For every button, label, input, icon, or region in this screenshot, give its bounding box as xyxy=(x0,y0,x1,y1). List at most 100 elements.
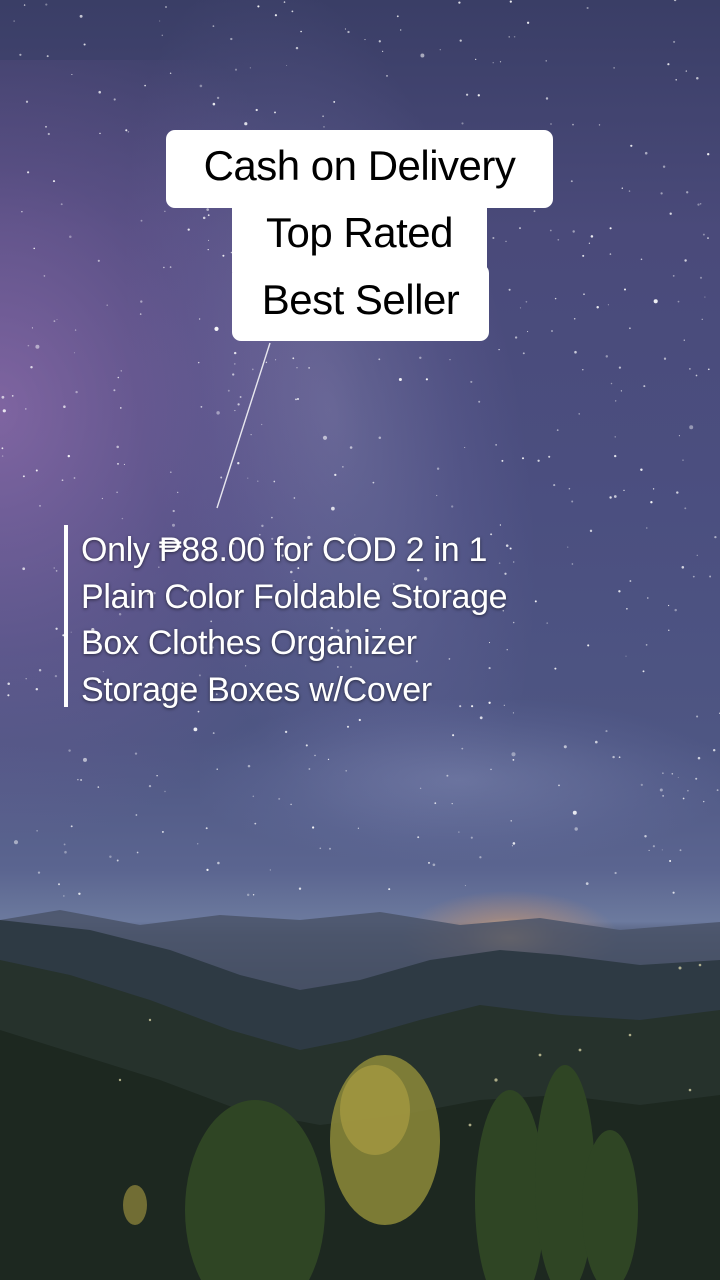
star xyxy=(699,203,702,205)
star xyxy=(477,94,480,97)
star xyxy=(684,259,687,262)
star xyxy=(169,266,172,268)
star xyxy=(475,58,477,61)
star xyxy=(512,842,516,845)
star xyxy=(678,435,680,437)
star xyxy=(237,462,240,465)
star xyxy=(707,237,709,240)
star xyxy=(255,108,258,112)
star xyxy=(2,409,6,413)
star xyxy=(165,6,167,8)
star xyxy=(275,359,277,361)
star xyxy=(662,165,666,168)
star xyxy=(206,208,209,211)
star xyxy=(161,830,164,833)
star xyxy=(290,803,292,806)
star xyxy=(250,434,252,436)
star xyxy=(249,67,251,69)
star xyxy=(233,351,237,355)
star xyxy=(683,339,685,341)
star xyxy=(13,840,19,845)
star xyxy=(43,275,46,277)
star xyxy=(212,732,215,735)
star xyxy=(652,488,655,490)
star xyxy=(11,395,14,397)
star xyxy=(537,459,540,462)
star xyxy=(156,774,158,777)
star xyxy=(323,126,325,128)
star xyxy=(144,84,146,87)
star xyxy=(630,144,633,147)
star xyxy=(458,831,460,833)
star xyxy=(67,454,71,458)
star xyxy=(689,425,694,430)
star xyxy=(35,687,39,691)
star xyxy=(60,203,63,206)
clouds xyxy=(200,700,720,860)
star xyxy=(22,475,25,478)
star xyxy=(254,822,257,825)
star xyxy=(612,755,615,759)
star xyxy=(578,413,580,415)
star xyxy=(703,800,705,803)
star xyxy=(342,466,344,468)
star xyxy=(378,436,382,439)
star xyxy=(172,509,175,513)
star xyxy=(269,869,271,871)
star xyxy=(328,847,332,850)
star xyxy=(121,517,124,520)
star xyxy=(607,304,609,306)
star xyxy=(378,40,381,43)
star xyxy=(286,64,288,67)
star xyxy=(284,730,288,734)
star xyxy=(1,447,4,450)
star xyxy=(234,410,236,412)
star xyxy=(652,845,655,848)
star xyxy=(123,463,125,465)
star xyxy=(621,187,623,189)
star xyxy=(271,516,273,519)
star xyxy=(673,40,676,43)
star xyxy=(27,344,30,347)
star xyxy=(345,769,348,772)
star xyxy=(558,784,560,787)
star xyxy=(296,366,298,369)
star xyxy=(572,123,574,126)
star xyxy=(347,30,350,34)
star xyxy=(553,484,556,487)
star xyxy=(640,783,643,787)
star xyxy=(251,368,254,371)
star xyxy=(695,374,698,377)
star xyxy=(77,778,79,781)
star xyxy=(300,30,302,33)
star xyxy=(646,527,648,529)
star xyxy=(159,20,161,22)
star xyxy=(434,802,437,805)
star xyxy=(239,396,242,398)
star xyxy=(212,102,216,106)
star xyxy=(464,446,466,449)
star xyxy=(113,389,116,392)
star xyxy=(37,871,41,874)
star xyxy=(436,494,438,497)
star xyxy=(244,122,248,126)
star xyxy=(134,752,138,755)
star xyxy=(682,797,685,800)
star xyxy=(644,151,648,155)
star xyxy=(660,192,663,195)
star xyxy=(70,631,72,633)
star xyxy=(55,570,58,572)
star xyxy=(71,73,73,76)
star xyxy=(208,239,210,241)
star xyxy=(220,476,223,479)
star xyxy=(609,227,612,230)
star xyxy=(647,597,649,599)
star xyxy=(30,365,33,369)
star xyxy=(613,67,615,69)
star xyxy=(52,180,56,183)
star xyxy=(163,266,165,269)
star xyxy=(73,477,76,479)
star xyxy=(590,235,594,238)
star xyxy=(628,190,631,192)
star xyxy=(140,219,143,222)
